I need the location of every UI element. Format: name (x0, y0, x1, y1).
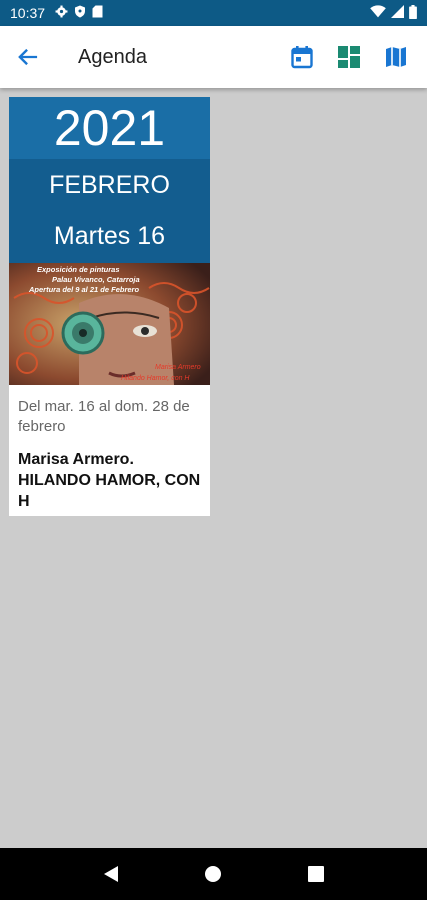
grid-view-button[interactable] (325, 26, 372, 88)
map-icon (385, 47, 406, 67)
square-recents-icon (307, 866, 324, 882)
wifi-icon (370, 5, 386, 21)
event-poster-image: Exposición de pinturas Palau Vivanco, Ca… (9, 263, 210, 385)
signal-icon (391, 5, 404, 21)
app-bar: Agenda (0, 26, 427, 88)
poster-line-3: Apertura del 9 al 21 de Febrero (28, 285, 139, 294)
arrow-back-icon (18, 48, 38, 66)
calendar-button[interactable] (278, 26, 325, 88)
poster-line-1: Exposición de pinturas (37, 265, 120, 274)
poster-work: Hilando Hamor, con H (121, 375, 190, 382)
event-card[interactable]: 2021 FEBRERO Martes 16 Exposición de pin… (9, 97, 210, 516)
triangle-back-icon (104, 866, 119, 882)
calendar-icon (290, 46, 313, 69)
back-button[interactable] (0, 26, 56, 88)
page-title: Agenda (78, 45, 147, 68)
event-title: Marisa Armero. HILANDO HAMOR, CON H (18, 451, 201, 510)
nav-home-button[interactable] (193, 854, 233, 894)
status-right-icons (370, 4, 417, 22)
poster-artist: Marisa Armero (155, 364, 201, 371)
event-day: Martes 16 (9, 211, 210, 263)
circle-home-icon (205, 866, 222, 882)
nav-back-button[interactable] (91, 854, 131, 894)
event-dates: Del mar. 16 al dom. 28 de febrero (18, 398, 190, 435)
map-button[interactable] (372, 26, 419, 88)
status-bar: 10:37 (0, 0, 427, 26)
settings-icon (55, 5, 68, 21)
nav-recents-button[interactable] (296, 854, 336, 894)
shield-icon (74, 5, 86, 21)
grid-view-icon (337, 46, 360, 68)
app-bar-actions (278, 26, 419, 88)
status-time: 10:37 (10, 5, 46, 21)
event-year: 2021 (9, 97, 210, 159)
poster-line-2: Palau Vivanco, Catarroja (52, 275, 140, 284)
system-nav-bar (0, 848, 427, 900)
event-month: FEBRERO (9, 159, 210, 211)
sd-card-icon (92, 5, 103, 21)
battery-icon (409, 4, 417, 22)
